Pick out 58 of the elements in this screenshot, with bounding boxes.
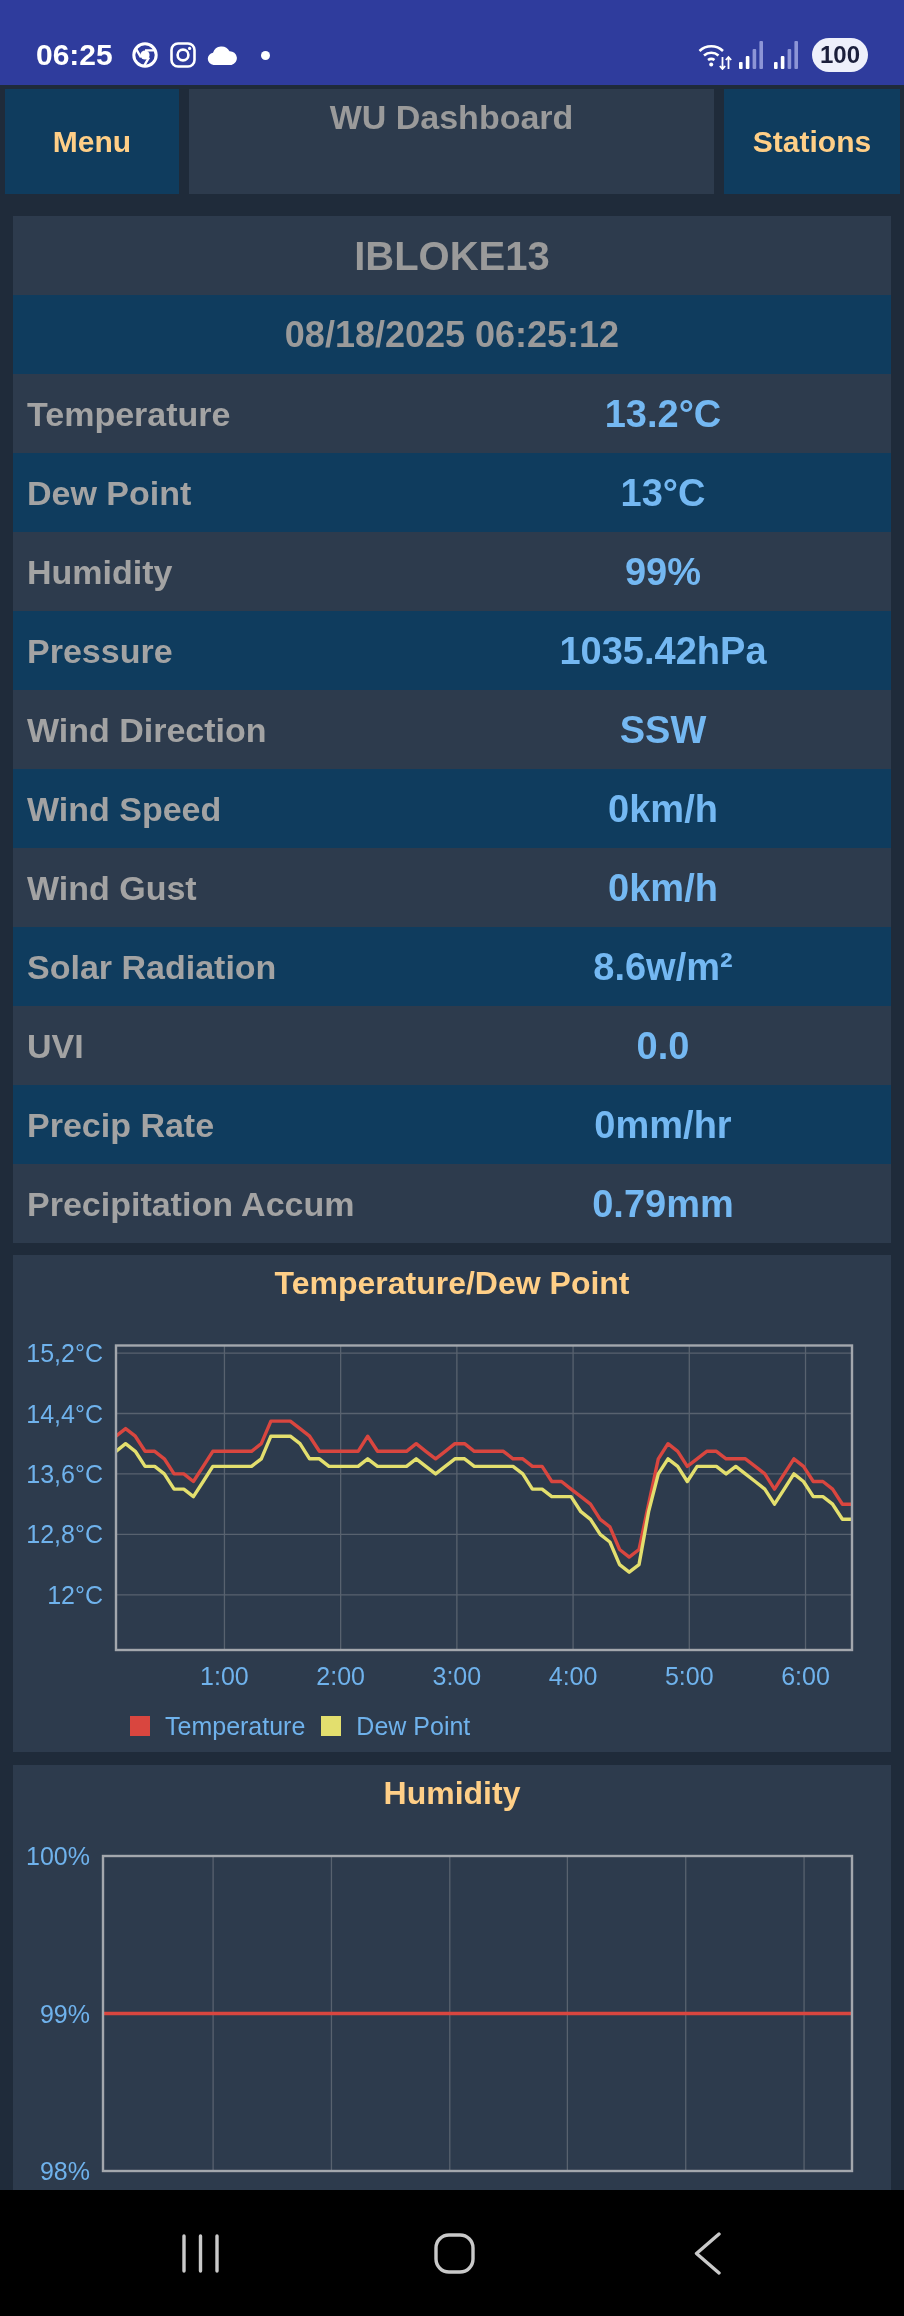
reading-label: Precipitation Accum — [27, 1183, 355, 1224]
reading-value: 8.6w/m² — [593, 944, 733, 989]
reading-label: Temperature — [27, 393, 231, 434]
dot-icon — [260, 50, 270, 60]
axis-tick-label: 12,8°C — [26, 1520, 103, 1549]
axis-tick-label: 4:00 — [548, 1662, 598, 1690]
axis-tick-label: 14,4°C — [26, 1399, 103, 1428]
axis-tick-label: 12°C — [47, 1580, 103, 1609]
reading-value: 99% — [624, 549, 702, 594]
battery-indicator: 100 — [811, 38, 868, 72]
axis-tick-label: 98% — [39, 2157, 90, 2185]
reading-value: 0.79mm — [592, 1181, 734, 1226]
timestamp: 08/18/2025 06:25:12 — [284, 313, 620, 356]
station-id: IBLOKE13 — [354, 232, 550, 279]
reading-value: 0km/h — [608, 786, 718, 831]
legend-label: Temperature — [165, 1711, 306, 1741]
reading-label: Wind Gust — [27, 867, 197, 908]
reading-value: 13.2°C — [604, 391, 722, 436]
app-title: WU Dashboard — [329, 97, 574, 137]
legend-swatch-icon — [130, 1716, 150, 1736]
reading-label: Dew Point — [27, 472, 192, 513]
reading-label: Precip Rate — [27, 1104, 215, 1145]
reading-value: 0mm/hr — [594, 1102, 732, 1147]
axis-tick-label: 5:00 — [664, 1662, 714, 1690]
axis-tick-label: 6:00 — [781, 1662, 830, 1690]
recent-apps-icon[interactable] — [182, 2233, 219, 2273]
reading-value: 1035.42hPa — [559, 628, 767, 673]
signal-icon — [773, 41, 798, 69]
axis-tick-label: 100% — [26, 1842, 90, 1870]
axis-tick-label: 13,6°C — [26, 1459, 103, 1488]
legend-swatch-icon — [321, 1716, 342, 1736]
menu-button[interactable]: Menu — [5, 89, 179, 194]
reading-value: 0.0 — [636, 1023, 690, 1068]
legend-label: Dew Point — [356, 1711, 471, 1741]
reading-value: 13°C — [620, 470, 706, 515]
stations-button[interactable]: Stations — [724, 89, 900, 194]
back-icon[interactable] — [694, 2231, 721, 2275]
signal-icon — [738, 41, 763, 69]
axis-tick-label: 15,2°C — [26, 1339, 103, 1368]
axis-tick-label: 2:00 — [316, 1662, 365, 1690]
axis-tick-label: 1:00 — [200, 1662, 249, 1690]
reading-value: SSW — [619, 707, 707, 752]
cloud-icon — [206, 45, 238, 65]
reading-label: Solar Radiation — [27, 946, 277, 987]
reading-value: 0km/h — [608, 865, 718, 910]
reading-label: UVI — [27, 1025, 84, 1066]
axis-tick-label: 99% — [39, 1999, 90, 2028]
reading-label: Humidity — [27, 551, 173, 592]
clock-time: 06:25 — [36, 37, 113, 73]
reading-label: Wind Speed — [27, 788, 222, 829]
axis-tick-label: 3:00 — [432, 1662, 482, 1690]
camera-icon — [169, 42, 196, 68]
reading-label: Pressure — [27, 630, 173, 671]
round-logo-icon — [131, 42, 158, 68]
chart-title: Humidity — [383, 1774, 521, 1812]
chart-title: Temperature/Dew Point — [274, 1264, 630, 1302]
reading-label: Wind Direction — [27, 709, 267, 750]
home-icon[interactable] — [434, 2232, 475, 2274]
